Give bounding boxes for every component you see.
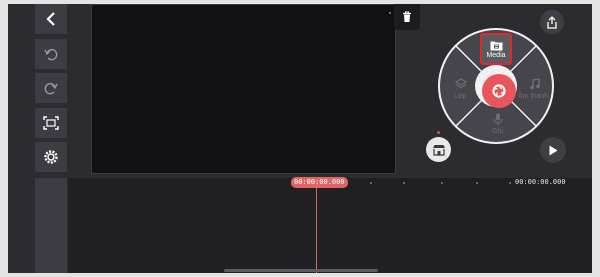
fit-screen-icon (43, 116, 59, 130)
music-note-icon (530, 78, 540, 90)
handle-dot (389, 12, 391, 14)
notification-dot (437, 131, 440, 134)
delete-button[interactable] (389, 4, 420, 30)
back-button[interactable] (35, 4, 67, 34)
trash-icon (403, 11, 411, 22)
settings-gear-icon (44, 150, 58, 164)
media-folder-icon (490, 41, 502, 50)
redo-button[interactable] (35, 73, 67, 103)
total-duration: 00:00:00.000 (515, 178, 566, 186)
layer-button[interactable]: Lớp (448, 77, 474, 105)
undo-button[interactable] (35, 39, 67, 69)
back-arrow-icon (46, 12, 55, 26)
undo-icon (44, 48, 58, 61)
camera-shutter-icon (492, 84, 506, 98)
playhead[interactable] (316, 182, 317, 273)
layer-stack-icon (455, 78, 467, 89)
timeline-tick (403, 182, 405, 184)
current-time-badge[interactable]: 00:00:00.000 (291, 177, 348, 188)
timeline-tick (509, 182, 511, 184)
timeline-tick (370, 182, 372, 184)
media-button[interactable]: Media (480, 33, 512, 65)
camera-record-button[interactable] (482, 74, 516, 108)
timeline-track-header (35, 178, 67, 273)
media-label: Media (486, 51, 506, 59)
timeline-scrollbar[interactable] (224, 269, 378, 272)
play-button[interactable] (540, 137, 566, 163)
settings-button[interactable] (35, 142, 67, 172)
audio-button[interactable]: Âm thanh (518, 77, 552, 105)
video-preview[interactable] (91, 4, 396, 174)
voice-record-button[interactable]: Ghi (485, 112, 511, 140)
redo-icon (44, 82, 58, 95)
layer-label: Lớp (454, 93, 467, 100)
store-icon (432, 144, 445, 156)
fit-screen-button[interactable] (35, 108, 67, 138)
timeline-tick (441, 182, 443, 184)
timeline[interactable] (68, 178, 592, 273)
asset-store-button[interactable] (426, 137, 451, 162)
microphone-icon (493, 113, 503, 125)
play-icon (549, 145, 558, 155)
voice-label: Ghi (492, 128, 503, 135)
audio-label: Âm thanh (518, 93, 548, 100)
timeline-tick (476, 182, 478, 184)
screenshot-frame: Media Lớp Âm thanh Ghi 00:00:00.000 00:0… (0, 0, 600, 277)
video-editor: Media Lớp Âm thanh Ghi 00:00:00.000 00:0… (8, 4, 592, 273)
